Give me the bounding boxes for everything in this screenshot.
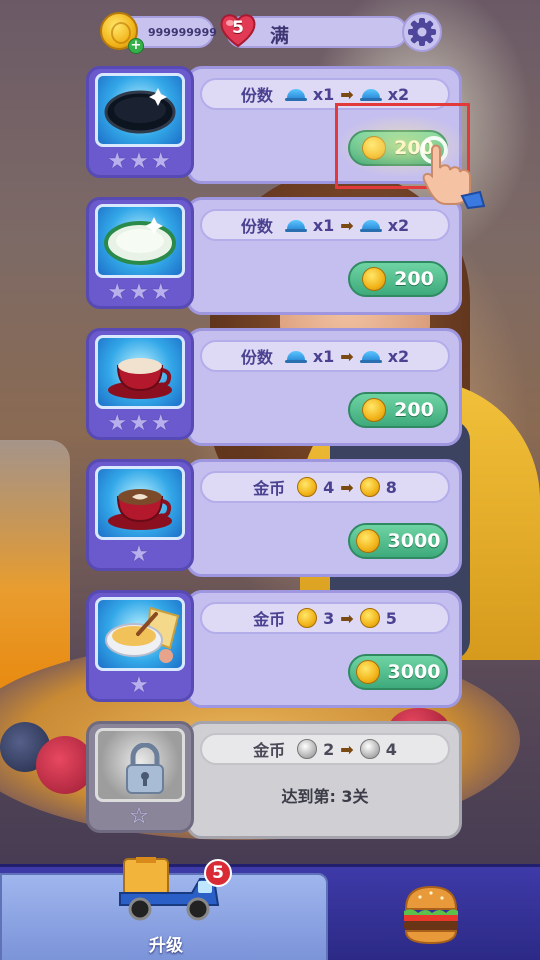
stat-label: 份数 [240,217,273,236]
pointing-hand-icon [420,136,486,210]
coin-icon [359,608,380,628]
stat-to: x2 [387,84,410,104]
padlock-icon [126,743,164,794]
stat-label: 份数 [240,348,273,367]
stat-from: 3 [323,608,335,628]
arrow-right-icon: ➡ [340,84,354,104]
buy-upgrade-button[interactable]: 200 [348,261,448,297]
latte-cup-icon [95,466,185,540]
coin-icon [359,477,380,497]
coin-amount: 999999999 [148,26,217,39]
price: 3000 [387,661,441,683]
add-coins-button[interactable]: + [128,38,144,54]
arrow-right-icon: ➡ [340,477,354,497]
coin-icon [297,739,318,759]
buy-upgrade-button[interactable]: 200 [348,392,448,428]
star-rating: ★★★ [107,149,173,174]
lives-count: 5 [232,18,244,38]
stat-from: x1 [312,346,335,366]
upgrade-card-red-cup: ★★★ 份数 x1 ➡ x2 200 [86,328,464,446]
upgrade-card-white-plate: ★★★ 份数 x1 ➡ x2 200 [86,197,464,315]
stat-row: 金币 3 ➡ 5 [200,602,450,634]
arrow-right-icon: ➡ [340,608,354,628]
heart-icon: 5 [218,10,258,50]
locked-star-icon: ☆ [129,804,151,829]
cloche-icon [284,218,307,232]
stat-to: 5 [385,608,397,628]
arrow-right-icon: ➡ [340,739,354,759]
lives-status: 满 [270,25,290,47]
stat-from: x1 [312,215,335,235]
cloche-icon [284,349,307,363]
coin-icon [362,267,387,291]
stat-label: 金币 [253,741,286,760]
star-rating: ★★★ [107,411,173,436]
buy-upgrade-button[interactable]: 3000 [348,523,448,559]
stat-to: x2 [387,346,410,366]
stat-label: 金币 [253,479,286,498]
tab-upgrade[interactable]: 5 升级 [0,857,328,960]
stat-from: x1 [312,84,335,104]
star-rating: ★ [129,673,151,698]
price: 3000 [387,530,441,552]
cloche-icon [359,87,382,101]
item-icon-box[interactable]: ☆ [86,721,194,833]
custard-bowl-icon [95,597,185,671]
stat-to: x2 [387,215,410,235]
cloche-icon [284,87,307,101]
arrow-right-icon: ➡ [340,346,354,366]
stat-to: 4 [385,739,397,759]
stat-label: 份数 [240,86,273,105]
cloche-icon [359,349,382,363]
coin-icon [355,529,380,553]
coin-icon [297,477,318,497]
upgrade-card-locked: ☆ 金币 2 ➡ 4 达到第: 3关 [86,721,464,839]
stat-row: 份数 x1 ➡ x2 [200,209,450,241]
stat-row: 金币 2 ➡ 4 [200,733,450,765]
notification-badge: 5 [204,859,232,887]
upgrade-card-custard-bowl: ★ 金币 3 ➡ 5 3000 [86,590,464,708]
stat-label: 金币 [253,610,286,629]
coin-icon [362,398,387,422]
stat-to: 8 [385,477,397,497]
coin-icon [355,660,380,684]
stat-from: 4 [323,477,335,497]
stat-row: 份数 x1 ➡ x2 [200,340,450,372]
cloche-icon [359,218,382,232]
burger-icon [404,885,458,945]
arrow-right-icon: ➡ [340,215,354,235]
star-rating: ★ [129,542,151,567]
settings-gear-icon[interactable] [402,12,442,52]
tab-upgrade-label: 升级 [149,936,183,956]
item-icon-box[interactable]: ★ [86,590,194,702]
upgrade-card-latte-cup: ★ 金币 4 ➡ 8 3000 [86,459,464,577]
price: 200 [394,399,434,421]
item-icon-box[interactable]: ★★★ [86,66,194,178]
buy-upgrade-button[interactable]: 3000 [348,654,448,690]
locked-item-icon [95,728,185,802]
price: 200 [394,268,434,290]
black-plate-icon [95,73,185,147]
stat-from: 2 [323,739,335,759]
stat-row: 金币 4 ➡ 8 [200,471,450,503]
red-cup-icon [95,335,185,409]
item-icon-box[interactable]: ★★★ [86,197,194,309]
top-bar: 999999999 + 满 5 [100,10,446,54]
item-icon-box[interactable]: ★ [86,459,194,571]
unlock-requirement: 达到第: 3关 [281,787,369,806]
tab-kitchen[interactable] [330,873,540,960]
item-icon-box[interactable]: ★★★ [86,328,194,440]
star-rating: ★★★ [107,280,173,305]
coin-icon [297,608,318,628]
bottom-nav: 5 升级 [0,857,540,960]
juice-jar [0,440,70,690]
white-plate-icon [95,204,185,278]
coin-icon [359,739,380,759]
